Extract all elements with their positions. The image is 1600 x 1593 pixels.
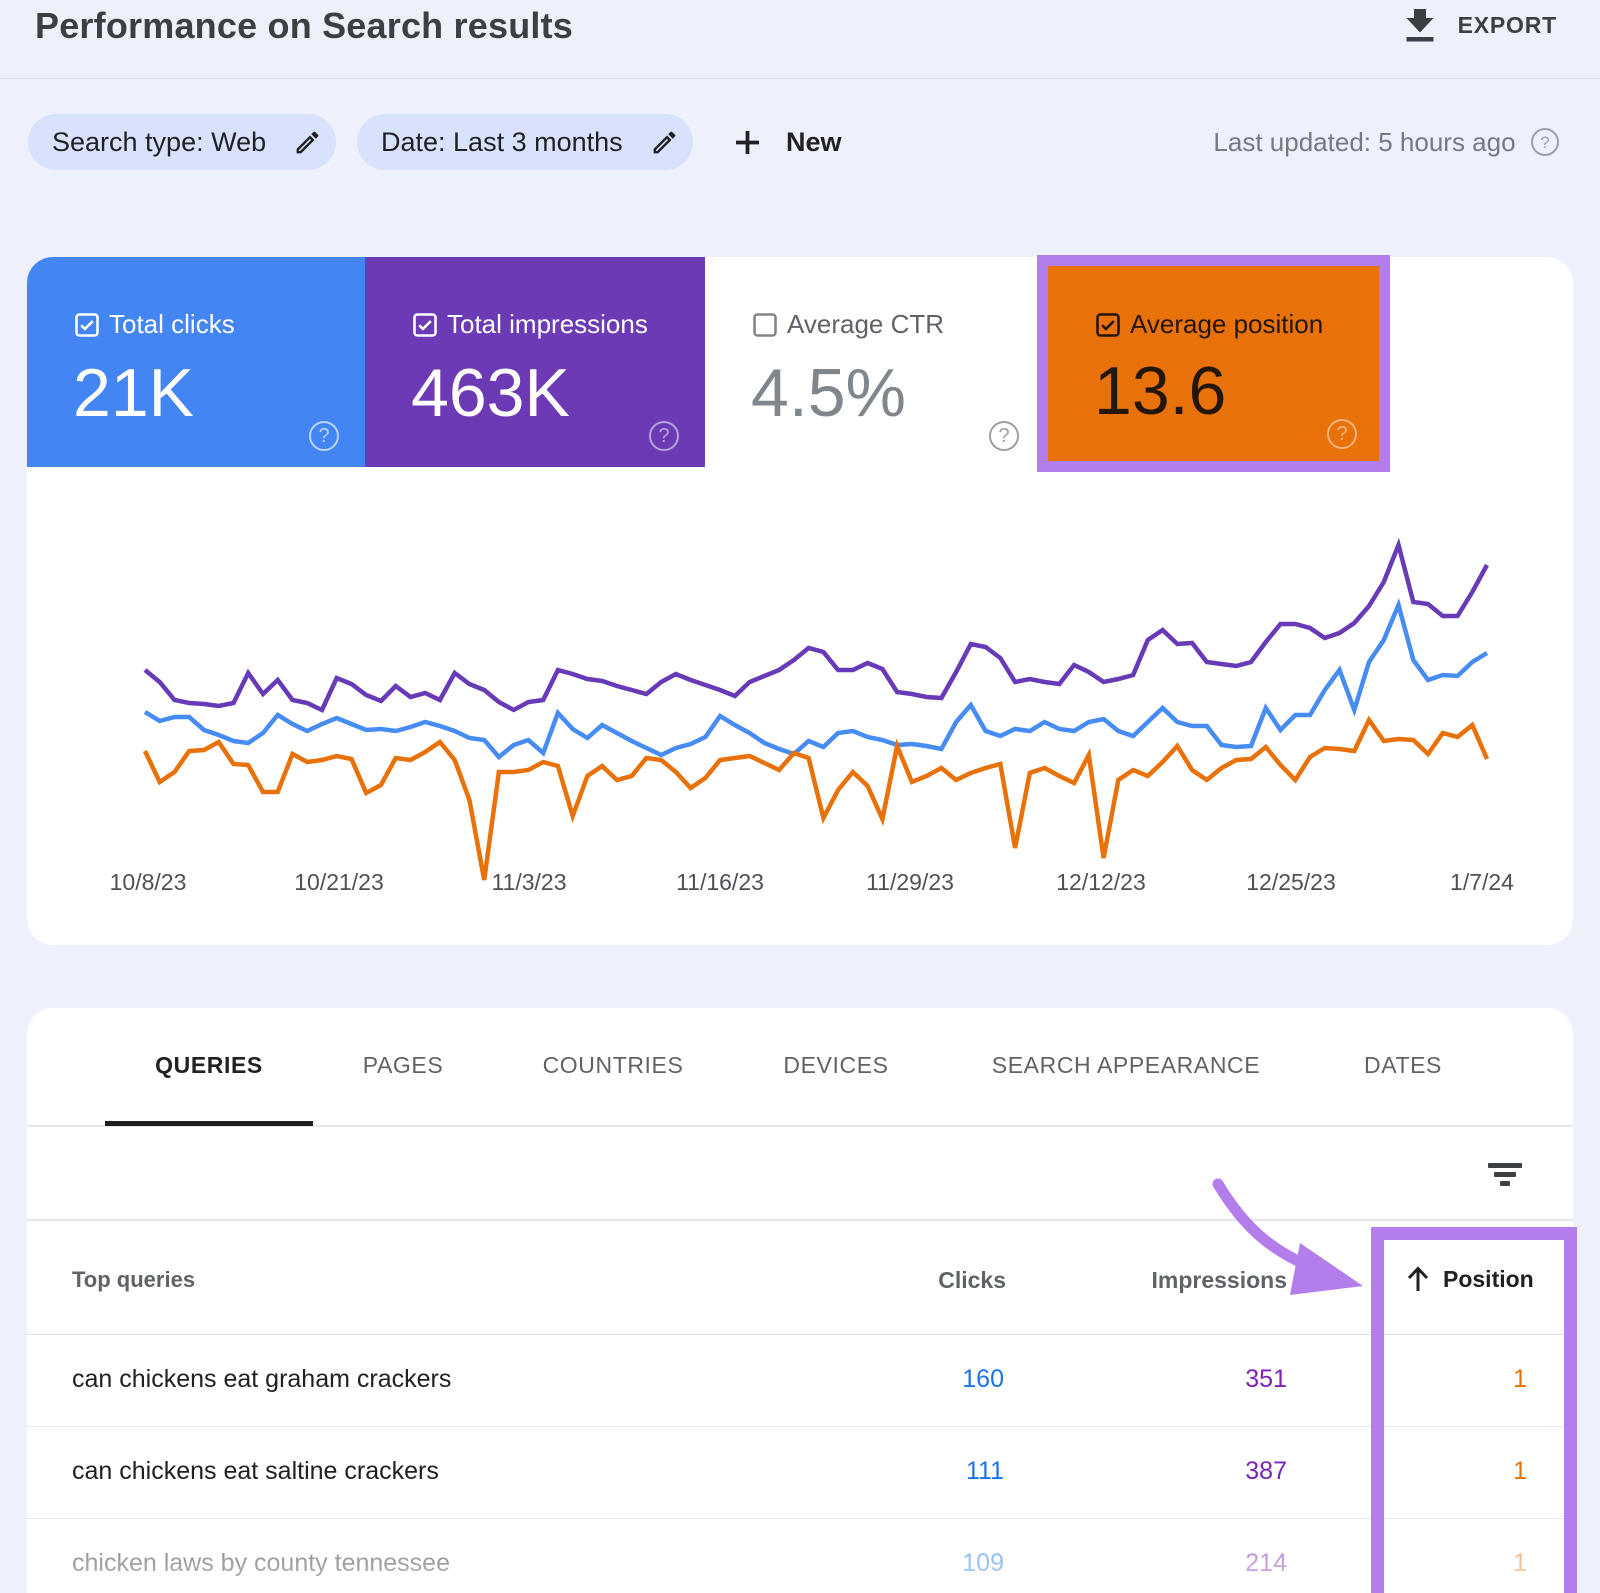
svg-text:?: ? xyxy=(1540,133,1549,152)
